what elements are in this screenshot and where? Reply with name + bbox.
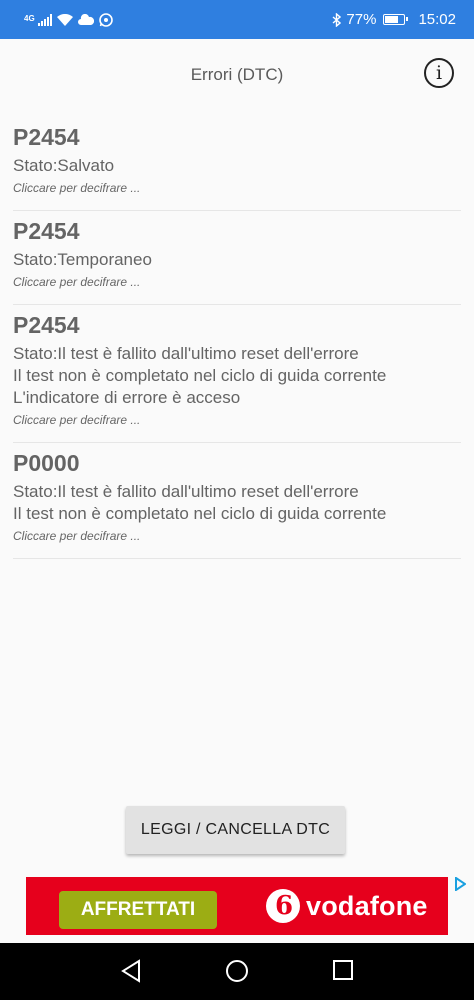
clock: 15:02 [418,11,456,28]
status-left: 4G [24,12,113,27]
status-bar: 4G 77% 15:02 [0,0,474,39]
bluetooth-icon [332,12,342,27]
dtc-status-line: Stato:Il test è fallito dall'ultimo rese… [13,344,359,363]
home-icon[interactable] [225,959,249,988]
network-type: 4G [24,13,35,23]
wifi-icon [56,13,73,26]
dtc-decode-hint: Cliccare per decifrare ... [13,275,141,289]
dtc-item[interactable]: P2454 Stato:Salvato Cliccare per decifra… [13,118,461,211]
dtc-list: P2454 Stato:Salvato Cliccare per decifra… [13,118,461,559]
info-icon: i [435,62,443,84]
dtc-decode-hint: Cliccare per decifrare ... [13,529,141,543]
back-icon[interactable] [120,959,142,988]
dtc-code: P2454 [13,124,80,150]
ad-cta-button[interactable]: AFFRETTATI [59,891,217,929]
dtc-code: P0000 [13,450,80,476]
info-button[interactable]: i [424,58,454,88]
dtc-code: P2454 [13,312,80,338]
dtc-status-line: L'indicatore di errore è acceso [13,388,241,407]
dtc-item[interactable]: P2454 Stato:Temporaneo Cliccare per deci… [13,211,461,305]
recents-icon[interactable] [332,959,354,986]
dtc-decode-hint: Cliccare per decifrare ... [13,413,141,427]
whatsapp-icon [98,12,113,27]
dtc-status-line: Stato:Temporaneo [13,250,152,269]
navigation-bar [0,943,474,1000]
adchoices-icon[interactable] [450,877,470,895]
battery-icon [383,14,409,25]
read-clear-dtc-button[interactable]: LEGGI / CANCELLA DTC [126,806,345,854]
dtc-code: P2454 [13,218,80,244]
ad-brand-text: vodafone [306,890,428,921]
vodafone-logo: 6 vodafone [266,889,428,923]
dtc-status-line: Stato:Il test è fallito dall'ultimo rese… [13,482,359,501]
dtc-status-line: Il test non è completato nel ciclo di gu… [13,504,387,523]
signal-icon [37,13,52,26]
dtc-item[interactable]: P0000 Stato:Il test è fallito dall'ultim… [13,443,461,559]
status-right: 77% 15:02 [332,11,456,28]
ad-banner[interactable]: AFFRETTATI 6 vodafone [26,877,470,935]
dtc-item[interactable]: P2454 Stato:Il test è fallito dall'ultim… [13,305,461,443]
dtc-decode-hint: Cliccare per decifrare ... [13,181,141,195]
vodafone-mark-icon: 6 [266,889,300,923]
cloud-icon [77,14,94,25]
dtc-status-line: Il test non è completato nel ciclo di gu… [13,366,387,385]
battery-percent: 77% [346,11,377,28]
dtc-status-line: Stato:Salvato [13,156,115,175]
app-header: Errori (DTC) i [0,39,474,111]
page-title: Errori (DTC) [190,65,284,84]
